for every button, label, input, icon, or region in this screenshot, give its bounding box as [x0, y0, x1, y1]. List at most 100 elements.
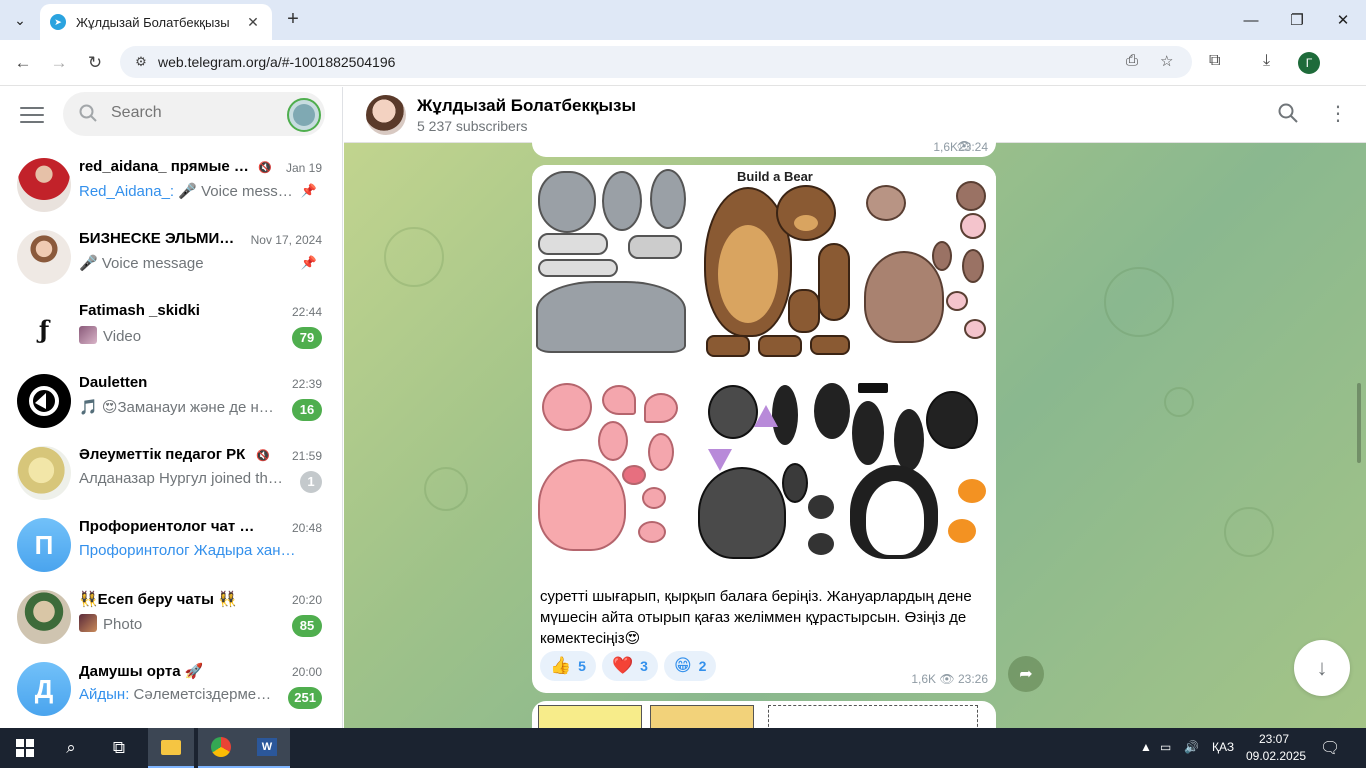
chat-item[interactable]: 👯‍♀️Есеп беру чаты 👯‍♀️ 20:20 Photo 85 — [0, 581, 342, 653]
reaction-count: 2 — [698, 658, 707, 674]
clock-time: 23:07 — [1258, 732, 1290, 746]
bear-leg-shape — [758, 335, 802, 357]
word-icon[interactable]: W — [244, 728, 290, 768]
post-image[interactable]: Build a Bear — [532, 165, 996, 560]
chat-item[interactable]: П Профориентолог чат “Фо… 20:48 Профорин… — [0, 509, 342, 581]
scroll-down-arrow-icon[interactable]: ↓ — [1294, 640, 1350, 696]
site-settings-icon[interactable]: ⚙ — [130, 54, 152, 70]
system-clock[interactable]: 23:07 09.02.2025 — [1246, 731, 1307, 765]
volume-icon[interactable]: 🔊 — [1184, 740, 1199, 754]
channel-avatar[interactable] — [366, 95, 406, 135]
channel-title: Жұлдызай Болатбекқызы — [417, 96, 636, 115]
unread-badge: 1 — [300, 471, 322, 493]
cat-foot-shape — [808, 533, 834, 555]
wolf-leg-shape — [628, 235, 682, 259]
file-explorer-icon[interactable] — [148, 728, 194, 768]
browser-tab[interactable]: ➤ Жұлдызай Болатбекқызы ✕ — [40, 4, 272, 40]
mouse-ear-shape — [956, 181, 986, 211]
clock-date: 09.02.2025 — [1246, 749, 1307, 763]
wolf-leg-shape — [538, 233, 608, 255]
search-input[interactable] — [111, 104, 281, 122]
cat-arm-shape — [782, 463, 808, 503]
chat-message: Сәлеметсіздерме… — [129, 686, 272, 703]
bear-head-shape — [776, 185, 836, 241]
chat-item[interactable]: Dauletten 22:39 🎵 😍Заманауи және де н… 1… — [0, 365, 342, 437]
input-language[interactable]: ҚАЗ — [1212, 740, 1234, 754]
cat-body-shape — [698, 467, 786, 559]
wolf-leg-shape — [538, 259, 618, 277]
bookmark-star-icon[interactable]: ☆ — [1160, 52, 1173, 70]
new-tab-plus-icon[interactable]: + — [282, 8, 304, 32]
dauletten-logo-icon — [29, 386, 59, 416]
windows-start-icon[interactable] — [2, 728, 48, 768]
story-avatar[interactable] — [287, 98, 321, 132]
more-options-icon[interactable]: ⋮ — [1328, 101, 1348, 126]
background-doodle — [384, 227, 444, 287]
chat-time: 20:20 — [291, 593, 322, 607]
views-count: 1,6K — [911, 672, 937, 686]
chat-item[interactable]: red_aidana_ прямые … 🔇 Jan 19 Red_Aidana… — [0, 149, 342, 221]
restore-icon[interactable]: ❐ — [1274, 0, 1320, 40]
back-arrow-icon[interactable]: ← — [8, 48, 38, 78]
worksheet-orange-block — [650, 705, 754, 728]
search-icon[interactable]: ⌕ — [48, 728, 94, 768]
pig-ear-shape — [644, 393, 678, 423]
pig-foot-shape — [638, 521, 666, 543]
chrome-icon[interactable] — [198, 728, 244, 768]
chat-name: Әлеуметтік педагог РК — [79, 446, 246, 463]
cat-foot-shape — [808, 495, 834, 519]
reload-icon[interactable]: ↻ — [80, 48, 110, 78]
pig-arm-shape — [598, 421, 628, 461]
browser-toolbar: ← → ↻ ⚙ web.telegram.org/a/#-10018825041… — [0, 40, 1366, 86]
notifications-icon[interactable]: 🗨 — [1320, 738, 1340, 758]
close-window-icon[interactable]: ✕ — [1320, 0, 1366, 40]
post-time: 23:24 — [957, 140, 988, 154]
chat-scrollbar[interactable] — [1357, 383, 1361, 463]
chat-item[interactable]: БИЗНЕСКЕ ЭЛЬМИ… Nov 17, 2024 🎤 Voice mes… — [0, 221, 342, 293]
search-box[interactable] — [63, 92, 325, 136]
wolf-body-shape — [536, 281, 686, 353]
profile-avatar[interactable]: Г — [1298, 52, 1320, 74]
background-doodle — [424, 467, 468, 511]
chat-name: 👯‍♀️Есеп беру чаты 👯‍♀️ — [79, 591, 237, 608]
windows-taskbar: ⌕ ⧉ W ▲ ▭ 🔊 ҚАЗ 23:07 09.02.2025 🗨 — [0, 728, 1366, 768]
tab-close-icon[interactable]: ✕ — [244, 14, 262, 31]
chat-item[interactable]: ƒ Fatimash _skidki 22:44 Video 79 — [0, 293, 342, 365]
mouse-ear-shape — [960, 213, 986, 239]
reaction-heart[interactable]: ❤️ 3 — [601, 651, 658, 681]
tray-chevron-icon[interactable]: ▲ — [1140, 740, 1152, 754]
chat-list-panel: red_aidana_ прямые … 🔇 Jan 19 Red_Aidana… — [0, 87, 343, 728]
penguin-hat-shape — [858, 383, 888, 393]
chat-avatar: Д — [17, 662, 71, 716]
chat-name: red_aidana_ прямые … — [79, 158, 249, 175]
search-icon[interactable] — [1278, 103, 1298, 128]
reaction-thumbs-up[interactable]: 👍 5 — [540, 651, 596, 681]
share-forward-icon[interactable]: ➦ — [1008, 656, 1044, 692]
pig-body-shape — [538, 459, 626, 551]
chat-sender: Профоринтолог Жадыра хан… — [79, 542, 296, 559]
extensions-icon[interactable]: ⧉ — [1209, 52, 1220, 70]
task-view-icon[interactable]: ⧉ — [96, 728, 142, 768]
chat-avatar: ƒ — [17, 302, 71, 356]
address-bar[interactable]: ⚙ web.telegram.org/a/#-1001882504196 ⎙ ☆ — [120, 46, 1192, 78]
main-menu-hamburger-icon[interactable] — [20, 107, 44, 125]
background-doodle — [1104, 267, 1174, 337]
channel-post[interactable]: Build a Bear суретті шығарып, қырқып бал… — [532, 165, 996, 693]
minimize-icon[interactable]: — — [1228, 0, 1274, 40]
grin-icon: 😁 — [673, 656, 692, 675]
chat-time: Nov 17, 2024 — [250, 233, 322, 247]
cat-ear-shape — [708, 449, 732, 471]
post-time: 23:26 — [957, 672, 988, 686]
network-icon[interactable]: ▭ — [1160, 740, 1171, 754]
forward-arrow-icon[interactable]: → — [44, 48, 74, 78]
install-app-icon[interactable]: ⎙ — [1126, 52, 1138, 69]
downloads-icon[interactable]: ⤓ — [1263, 52, 1270, 70]
eye-icon: 👁 — [939, 672, 958, 686]
chat-item[interactable]: Д Дамушы орта 🚀 20:00 Айдын: Сәлеметсізд… — [0, 653, 342, 725]
penguin-wing-shape — [894, 409, 924, 471]
tab-search-chevron-icon[interactable]: ⌄ — [6, 6, 34, 34]
reaction-grin[interactable]: 😁 2 — [663, 651, 717, 681]
next-post-image[interactable] — [532, 701, 996, 728]
mouse-paw-shape — [962, 249, 984, 283]
chat-item[interactable]: Әлеуметтік педагог РК 🔇 21:59 Алданазар … — [0, 437, 342, 509]
